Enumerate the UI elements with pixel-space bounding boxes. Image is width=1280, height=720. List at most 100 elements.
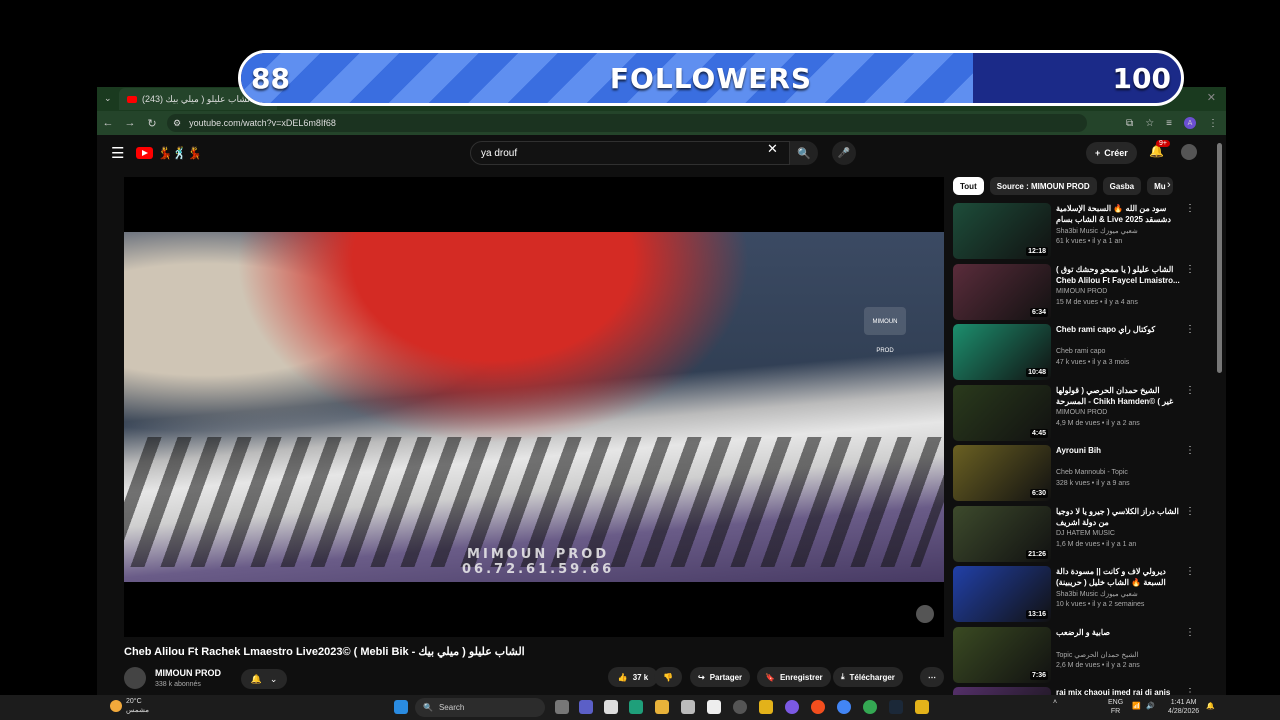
profile-avatar-icon[interactable]: A [1184,117,1196,129]
reading-list-icon[interactable]: ≡ [1166,118,1172,129]
save-button[interactable]: 🔖 Enregistrer [757,667,831,687]
recommendation-title[interactable]: الشاب عليلو ( يا ممحو وحشك توق ) Cheb Al… [1056,264,1184,286]
notification-center-icon[interactable]: 🔔 [1206,702,1215,711]
channel-branding-icon[interactable] [916,605,934,623]
thumbnail[interactable]: 10:48 [953,324,1051,380]
recommendation-title[interactable]: Ayrouni Bih [1056,445,1184,456]
like-button[interactable]: 👍 37 k [608,667,658,687]
more-vertical-icon[interactable]: ⋮ [1185,687,1195,695]
chrome-active-icon[interactable] [863,700,877,714]
more-actions-button[interactable]: ⋯ [920,667,944,687]
more-vertical-icon[interactable]: ⋮ [1185,627,1195,638]
recommendation-title[interactable]: ديرولي لاف و كانت || مسودة دالة السبعة 🔥… [1056,566,1184,588]
clear-search-icon[interactable]: ✕ [767,141,778,157]
file-explorer-icon[interactable] [655,700,669,714]
more-vertical-icon[interactable]: ⋮ [1185,566,1195,577]
install-icon[interactable]: ⧉ [1126,118,1133,129]
subscription-bell-button[interactable]: 🔔 ⌄ [241,669,287,689]
url-field[interactable]: ⚙ youtube.com/watch?v=xDEL6m8If68 [167,114,1087,132]
settings-gear-icon[interactable] [733,700,747,714]
file-icon[interactable] [604,700,618,714]
recommendation-channel[interactable]: MIMOUN PROD [1056,288,1107,295]
recommendation-item[interactable]: 13:16 ديرولي لاف و كانت || مسودة دالة الس… [953,566,1203,622]
bookmark-star-icon[interactable]: ☆ [1145,118,1154,129]
recommendation-item[interactable]: 12:18 سود من الله 🔥 السبحة الإسلامية الشا… [953,203,1203,259]
chips-next-icon[interactable]: › [1167,179,1171,191]
dislike-button[interactable]: 👎 [654,667,682,687]
thumbnail[interactable]: 7:36 [953,626,1051,683]
video-player[interactable]: MIMOUN PROD MIMOUN PROD 06.72.61.59.66 [124,177,944,637]
recommendation-title[interactable]: الشاب دراز الكلاسي ( جيرو يا لا دوجيا من… [1056,506,1184,528]
chip-gasba[interactable]: Gasba [1102,177,1142,195]
recommendation-item[interactable]: 6:30 Ayrouni Bih Cheb Mannoubi - Topic 328 … [953,445,1203,501]
thumbnail[interactable] [953,687,1051,695]
thumbnail[interactable]: 4:45 [953,384,1051,441]
recommendation-channel[interactable]: Topic الشيخ حمدان الحرصي [1056,651,1139,659]
tray-chevron-icon[interactable]: ˄ [1053,698,1057,707]
channel-avatar[interactable] [124,667,146,689]
recommendation-title[interactable]: rai mix chaoui imed rai di anis [1056,687,1184,695]
youtube-logo-icon[interactable] [136,147,154,159]
back-icon[interactable]: ← [97,117,119,129]
recommendation-item[interactable]: rai mix chaoui imed rai di anis ⋮ [953,687,1203,695]
weather-sun-icon[interactable] [110,700,122,712]
wifi-icon[interactable]: 📶 [1132,702,1141,711]
menu-icon[interactable]: ☰ [111,144,124,162]
thumbnail[interactable]: 13:16 [953,566,1051,622]
more-vertical-icon[interactable]: ⋮ [1185,506,1195,517]
browser-menu-icon[interactable]: ⋮ [1208,118,1218,129]
tab-list-icon[interactable]: ⌄ [104,93,112,104]
recommendation-channel[interactable]: Sha3bi Music شعبي ميوزك [1056,590,1138,598]
chip-source[interactable]: Source : MIMOUN PROD [989,177,1097,195]
reload-icon[interactable]: ↻ [141,117,163,130]
teams-icon[interactable] [579,700,593,714]
thumbnail[interactable]: 6:34 [953,263,1051,320]
dancers-doodle-icon[interactable]: 💃🕺💃 [157,146,202,160]
volume-icon[interactable]: 🔊 [1146,702,1155,711]
create-button[interactable]: + Créer [1086,142,1137,164]
share-button[interactable]: ↪ Partager [690,667,751,687]
start-windows-icon[interactable] [394,700,408,714]
forward-icon[interactable]: → [119,117,141,129]
chrome-profile-icon[interactable] [837,700,851,714]
task-view-icon[interactable] [555,700,569,714]
recommendation-item[interactable]: 4:45 الشيخ حمدان الحرصي ( قولولها المسرحة… [953,384,1203,441]
roblox-icon[interactable] [759,700,773,714]
more-vertical-icon[interactable]: ⋮ [1185,385,1195,396]
circle-app-icon[interactable] [785,700,799,714]
scrollbar[interactable] [1217,143,1222,373]
recommendation-item[interactable]: 21:26 الشاب دراز الكلاسي ( جيرو يا لا دوج… [953,505,1203,562]
recommendation-channel[interactable]: Cheb rami capo [1056,348,1105,355]
clock[interactable]: 1:41 AM 4/28/2026 [1168,698,1199,716]
voice-search-button[interactable]: 🎤 [832,141,856,165]
site-info-icon[interactable]: ⚙ [173,118,181,129]
steam-icon[interactable] [889,700,903,714]
search-input[interactable]: ya drouf [470,141,790,165]
close-window-icon[interactable]: ✕ [1207,91,1216,104]
taskbar-search[interactable]: 🔍 Search [415,698,545,717]
document-icon[interactable] [707,700,721,714]
more-vertical-icon[interactable]: ⋮ [1185,203,1195,214]
more-vertical-icon[interactable]: ⋮ [1185,445,1195,456]
chip-all[interactable]: Tout [953,177,984,195]
thumbnail[interactable]: 12:18 [953,203,1051,259]
store-icon[interactable] [681,700,695,714]
language-indicator[interactable]: ENG FR [1108,698,1123,716]
chrome-icon[interactable] [811,700,825,714]
search-button[interactable]: 🔍 [790,141,818,165]
recommendation-title[interactable]: سود من الله 🔥 السبحة الإسلامية الشاب بسا… [1056,203,1184,225]
recommendation-item[interactable]: 6:34 الشاب عليلو ( يا ممحو وحشك توق ) Che… [953,263,1203,320]
recommendation-title[interactable]: الشيخ حمدان الحرصي ( قولولها المسرحة - C… [1056,385,1184,407]
recommendation-channel[interactable]: Cheb Mannoubi - Topic [1056,469,1128,476]
edge-icon[interactable] [629,700,643,714]
recommendation-title[interactable]: Cheb rami capo كوكتال راي [1056,324,1184,335]
recommendation-channel[interactable]: DJ HATEM MUSIC [1056,530,1115,537]
more-vertical-icon[interactable]: ⋮ [1185,324,1195,335]
weather-widget[interactable]: 20°C مشمس [126,697,149,715]
recommendation-channel[interactable]: MIMOUN PROD [1056,409,1107,416]
recommendation-channel[interactable]: Sha3bi Music شعبي ميوزك [1056,227,1138,235]
thumbnail[interactable]: 6:30 [953,445,1051,501]
recommendation-item[interactable]: 7:36 صابية و الرضعب Topic الشيخ حمدان الحر… [953,626,1203,683]
thumbnail[interactable]: 21:26 [953,505,1051,562]
account-avatar[interactable] [1181,144,1197,160]
